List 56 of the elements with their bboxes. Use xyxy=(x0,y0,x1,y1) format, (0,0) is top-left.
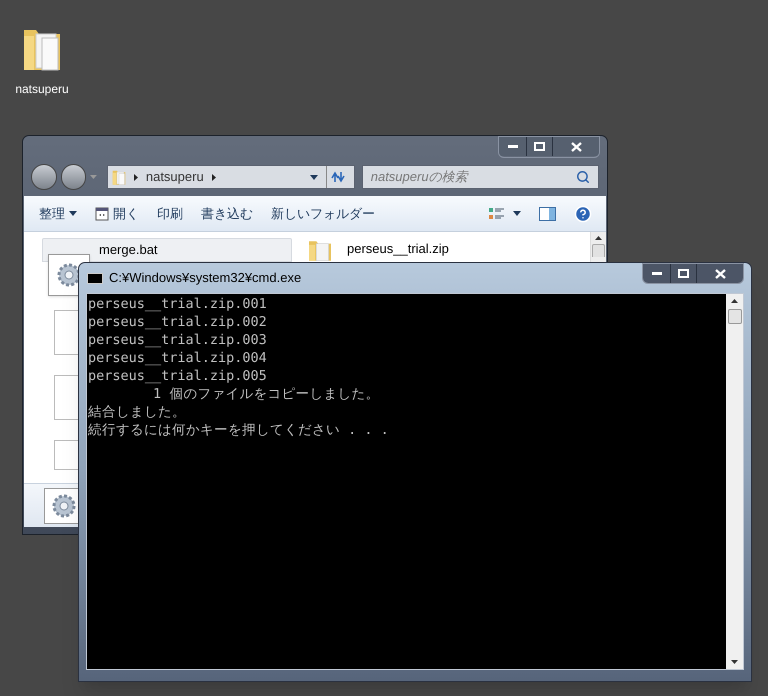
toolbar-button[interactable]: 書き込む xyxy=(192,204,262,224)
chevron-icon xyxy=(134,174,138,180)
search-icon xyxy=(576,170,590,184)
breadcrumb[interactable]: natsuperu xyxy=(146,167,204,187)
minimize-icon xyxy=(652,272,662,275)
file-item[interactable]: merge.bat xyxy=(42,238,292,262)
folder-icon xyxy=(112,168,126,186)
console-line: perseus__trial.zip.002 xyxy=(88,313,267,331)
pane-icon xyxy=(539,206,556,220)
window-title: C:¥Windows¥system32¥cmd.exe xyxy=(109,269,302,288)
close-icon xyxy=(714,268,726,278)
console-line: perseus__trial.zip.003 xyxy=(88,331,267,349)
scroll-down-icon xyxy=(731,660,738,664)
view-icon xyxy=(489,206,505,220)
scroll-up-icon xyxy=(595,236,602,240)
scroll-thumb[interactable] xyxy=(728,309,742,324)
maximize-icon xyxy=(534,142,545,151)
toolbar-button[interactable]: 整理 xyxy=(30,204,86,224)
minimize-button[interactable] xyxy=(499,137,527,156)
desktop-icon-label[interactable]: natsuperu xyxy=(15,80,69,98)
caret-icon xyxy=(513,211,521,216)
address-bar[interactable]: natsuperu xyxy=(106,165,355,189)
maximize-icon xyxy=(678,269,689,278)
console-line: perseus__trial.zip.004 xyxy=(88,349,267,367)
refresh-icon xyxy=(331,171,346,183)
chevron-icon xyxy=(212,174,216,180)
gear-icon xyxy=(51,492,77,518)
scroll-up-icon xyxy=(731,299,738,303)
console-line: 結合しました。 xyxy=(88,403,186,421)
close-button[interactable] xyxy=(553,137,599,156)
caret-icon xyxy=(69,211,77,216)
console-line: perseus__trial.zip.001 xyxy=(88,295,267,313)
back-button[interactable] xyxy=(31,164,56,190)
console-line: 1 個のファイルをコピーしました。 xyxy=(152,385,380,403)
file-name: merge.bat xyxy=(99,241,158,259)
toolbar-button[interactable]: 新しいフォルダー xyxy=(262,204,384,224)
console-line: 続行するには何かキーを押してください . . . xyxy=(88,421,389,439)
scroll-thumb[interactable] xyxy=(592,244,605,257)
console-icon xyxy=(87,272,103,284)
zip-folder-icon xyxy=(309,241,331,261)
console-line: perseus__trial.zip.005 xyxy=(88,367,267,385)
help-icon xyxy=(574,204,592,222)
file-item[interactable]: perseus__trial.zip xyxy=(304,238,454,262)
close-button[interactable] xyxy=(697,264,743,283)
caret-icon xyxy=(310,174,318,180)
minimize-button[interactable] xyxy=(643,264,671,283)
file-name: perseus__trial.zip xyxy=(347,241,449,257)
toolbar-button[interactable]: 開く xyxy=(86,204,148,224)
maximize-button[interactable] xyxy=(527,137,553,156)
maximize-button[interactable] xyxy=(671,264,697,283)
toolbar-button[interactable]: 印刷 xyxy=(148,204,192,224)
caret-icon xyxy=(90,175,97,179)
minimize-icon xyxy=(508,145,518,148)
window-icon xyxy=(95,206,109,220)
close-icon xyxy=(570,142,582,152)
forward-button[interactable] xyxy=(60,164,86,190)
